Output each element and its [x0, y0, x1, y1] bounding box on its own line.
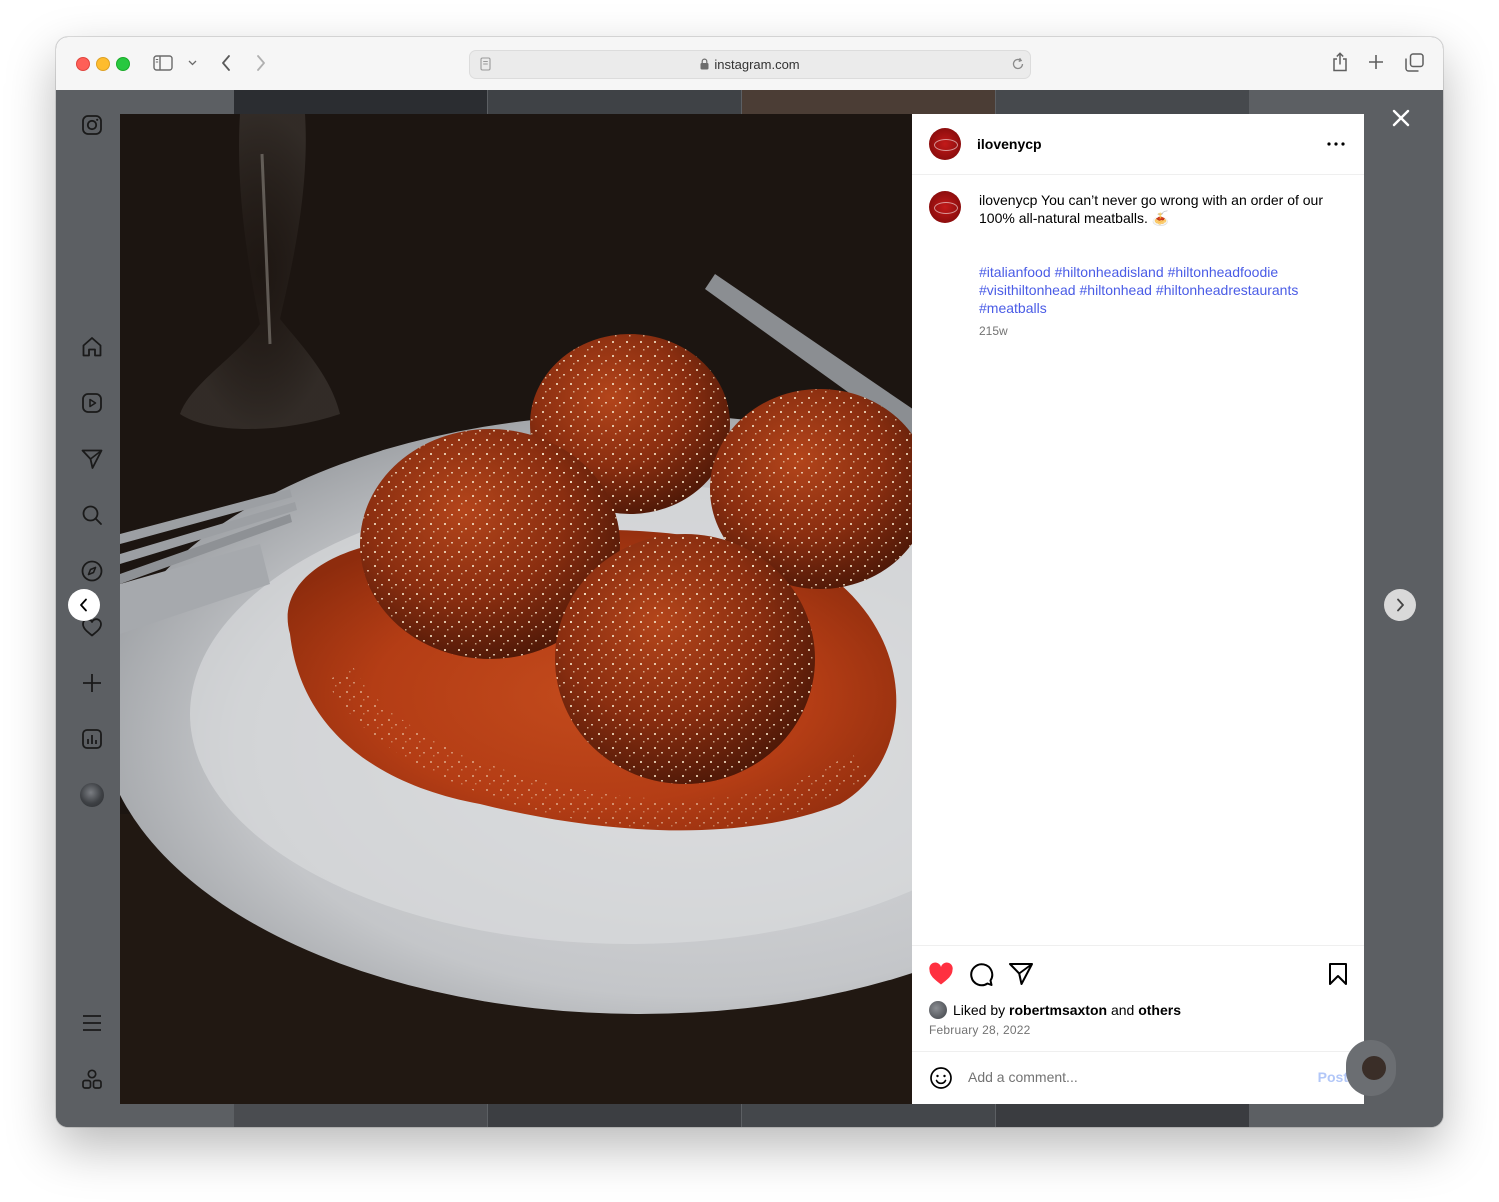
hashtag-link[interactable]: #hiltonhead: [1080, 282, 1152, 298]
background-messages-bubble: [1346, 1040, 1396, 1096]
author-avatar[interactable]: [929, 128, 961, 160]
post-caption: ilovenycp You can’t never go wrong with …: [979, 191, 1339, 227]
back-icon[interactable]: [217, 53, 235, 73]
comment-icon[interactable]: [967, 960, 995, 988]
heart-icon[interactable]: [927, 960, 955, 988]
liked-and: and: [1110, 1002, 1135, 1018]
grid-thumbnail[interactable]: [996, 90, 1249, 114]
hashtag-link[interactable]: #hiltonheadisland: [1055, 264, 1164, 280]
comment-input[interactable]: Add a comment...: [968, 1069, 1078, 1085]
close-window-button[interactable]: [76, 57, 90, 71]
post-details-panel: ilovenycp ilovenycp You can’t never go w…: [912, 114, 1364, 1104]
hashtag-list: #italianfood #hiltonheadisland #hiltonhead…: [979, 263, 1339, 317]
grid-thumbnail[interactable]: [234, 1104, 487, 1127]
profile-avatar[interactable]: [78, 781, 106, 809]
liked-prefix: Liked by: [953, 1002, 1006, 1018]
chevron-right-icon: [1397, 598, 1404, 612]
liker-avatar: [929, 1001, 947, 1019]
messages-avatar: [1362, 1056, 1386, 1080]
grid-thumbnail[interactable]: [488, 1104, 741, 1127]
hashtag-link[interactable]: #italianfood: [979, 264, 1051, 280]
chevron-left-icon: [80, 598, 87, 612]
bookmark-icon[interactable]: [1324, 960, 1352, 988]
liked-others[interactable]: others: [1138, 1002, 1181, 1018]
next-post-button[interactable]: [1384, 589, 1416, 621]
dashboard-icon[interactable]: [78, 725, 106, 753]
emoji-icon[interactable]: [927, 1064, 955, 1092]
chevron-down-icon[interactable]: [186, 57, 198, 69]
comment-bar: Add a comment... Post: [912, 1051, 1364, 1105]
post-actions: Liked by robertmsaxton and others Februa…: [912, 945, 1364, 1052]
lock-icon: [700, 58, 709, 73]
url-text: instagram.com: [470, 57, 1030, 73]
create-icon[interactable]: [78, 669, 106, 697]
post-age[interactable]: 215w: [979, 324, 1008, 338]
grid-thumbnail[interactable]: [742, 1104, 995, 1127]
messages-icon[interactable]: [78, 445, 106, 473]
hashtag-link[interactable]: #hiltonheadfoodie: [1168, 264, 1279, 280]
explore-icon[interactable]: [78, 557, 106, 585]
also-from-meta-icon[interactable]: [78, 1065, 106, 1093]
hashtag-link[interactable]: #visithiltonhead: [979, 282, 1076, 298]
post-comment-button[interactable]: Post: [1318, 1069, 1348, 1085]
hashtag-link[interactable]: #hiltonheadrestaurants: [1156, 282, 1298, 298]
post-photo[interactable]: [120, 114, 912, 1104]
home-icon[interactable]: [78, 333, 106, 361]
zoom-window-button[interactable]: [116, 57, 130, 71]
likes-summary[interactable]: Liked by robertmsaxton and others: [929, 1001, 1181, 1019]
sidebar-toggle-icon[interactable]: [152, 53, 174, 73]
search-icon[interactable]: [78, 501, 106, 529]
url-label: instagram.com: [714, 57, 800, 72]
instagram-page: ilovenycp ilovenycp You can’t never go w…: [56, 90, 1443, 1127]
caption-avatar[interactable]: [929, 191, 961, 223]
browser-toolbar: instagram.com: [56, 37, 1443, 91]
post-date[interactable]: February 28, 2022: [929, 1023, 1030, 1037]
meatballs-image: [120, 114, 912, 1104]
new-tab-icon[interactable]: [1367, 53, 1385, 71]
tab-overview-icon[interactable]: [1404, 52, 1424, 72]
more-menu-icon[interactable]: [78, 1009, 106, 1037]
liker-username[interactable]: robertmsaxton: [1009, 1002, 1107, 1018]
grid-thumbnail[interactable]: [234, 90, 487, 114]
close-icon[interactable]: [1389, 106, 1413, 130]
grid-thumbnail[interactable]: [742, 90, 995, 114]
hashtag-link[interactable]: #meatballs: [979, 300, 1047, 316]
reels-icon[interactable]: [78, 389, 106, 417]
reload-icon[interactable]: [1010, 56, 1026, 72]
share-page-icon[interactable]: [1330, 51, 1350, 73]
more-options-icon[interactable]: [1324, 134, 1348, 154]
share-icon[interactable]: [1007, 960, 1035, 988]
minimize-window-button[interactable]: [96, 57, 110, 71]
grid-thumbnail[interactable]: [996, 1104, 1249, 1127]
address-bar[interactable]: instagram.com: [469, 50, 1031, 79]
previous-post-button[interactable]: [68, 589, 100, 621]
instagram-logo-icon[interactable]: [78, 111, 106, 139]
forward-icon[interactable]: [252, 53, 270, 73]
caption-username[interactable]: ilovenycp: [979, 192, 1037, 208]
browser-window: instagram.com ilovenycp ilovenycp You ca…: [56, 37, 1443, 1127]
grid-thumbnail[interactable]: [488, 90, 741, 114]
author-username[interactable]: ilovenycp: [977, 136, 1042, 152]
post-header: ilovenycp: [912, 114, 1364, 175]
